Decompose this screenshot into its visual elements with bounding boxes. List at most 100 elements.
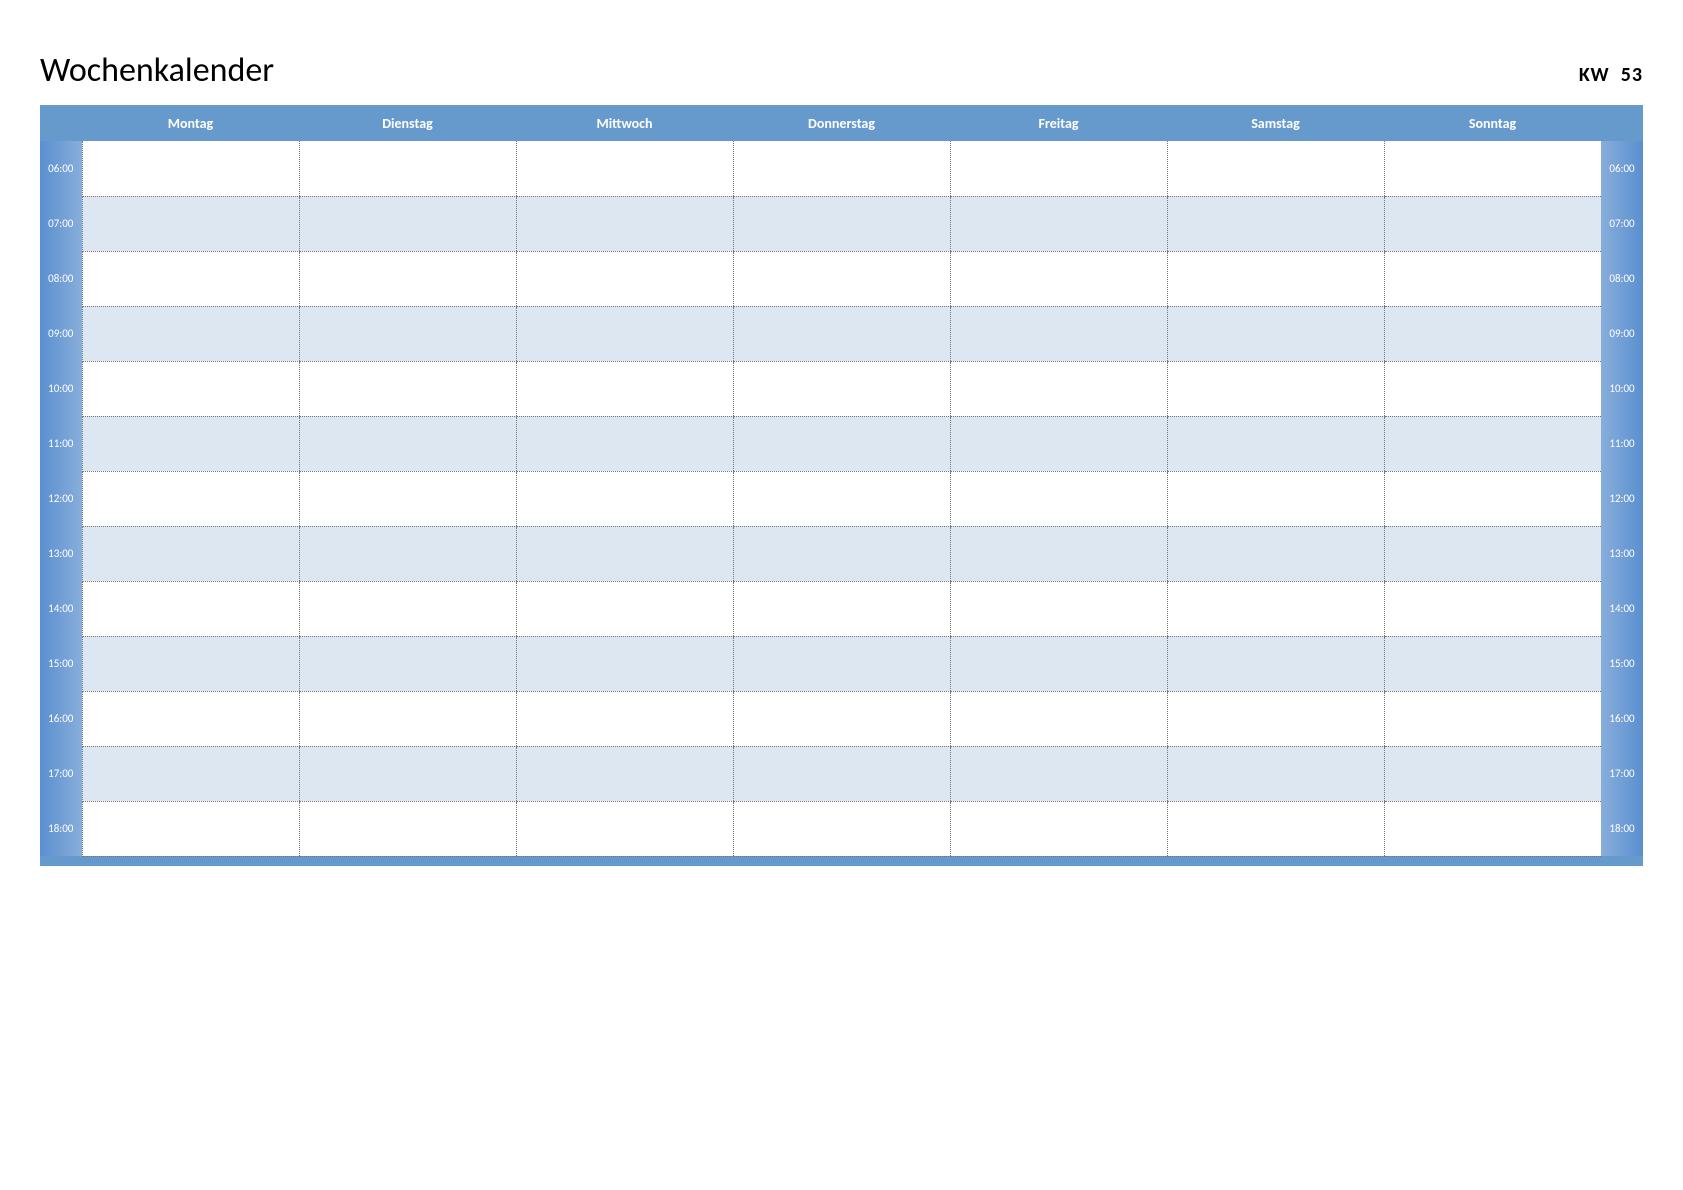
time-slot[interactable] xyxy=(1167,581,1384,636)
time-slot[interactable] xyxy=(82,691,299,746)
time-slot[interactable] xyxy=(950,251,1167,306)
time-slot[interactable] xyxy=(1167,746,1384,801)
time-slot[interactable] xyxy=(516,471,733,526)
time-slot[interactable] xyxy=(82,581,299,636)
time-slot[interactable] xyxy=(950,746,1167,801)
time-slot[interactable] xyxy=(1384,141,1601,196)
time-slot[interactable] xyxy=(516,636,733,691)
time-slot[interactable] xyxy=(299,636,516,691)
time-slot[interactable] xyxy=(950,526,1167,581)
time-slot[interactable] xyxy=(1167,251,1384,306)
time-slot[interactable] xyxy=(1384,526,1601,581)
time-slot[interactable] xyxy=(950,141,1167,196)
time-slot[interactable] xyxy=(950,471,1167,526)
time-slot[interactable] xyxy=(299,746,516,801)
time-slot[interactable] xyxy=(1384,306,1601,361)
time-slot[interactable] xyxy=(1384,416,1601,471)
time-slot[interactable] xyxy=(1167,306,1384,361)
time-slot[interactable] xyxy=(733,801,950,856)
time-slot[interactable] xyxy=(1384,361,1601,416)
time-slot[interactable] xyxy=(516,306,733,361)
time-slot[interactable] xyxy=(299,196,516,251)
time-slot[interactable] xyxy=(950,801,1167,856)
time-label-left: 09:00 xyxy=(40,306,82,361)
time-slot[interactable] xyxy=(516,196,733,251)
time-slot[interactable] xyxy=(299,416,516,471)
time-slot[interactable] xyxy=(516,691,733,746)
time-label-right: 11:00 xyxy=(1601,416,1643,471)
time-slot[interactable] xyxy=(299,801,516,856)
time-slot[interactable] xyxy=(950,361,1167,416)
time-slot[interactable] xyxy=(82,801,299,856)
time-slot[interactable] xyxy=(1384,746,1601,801)
time-slot[interactable] xyxy=(82,306,299,361)
time-slot[interactable] xyxy=(1384,251,1601,306)
time-slot[interactable] xyxy=(1167,196,1384,251)
time-slot[interactable] xyxy=(516,361,733,416)
time-slot[interactable] xyxy=(950,416,1167,471)
time-slot[interactable] xyxy=(950,306,1167,361)
time-slot[interactable] xyxy=(733,746,950,801)
time-label-right: 06:00 xyxy=(1601,141,1643,196)
time-slot[interactable] xyxy=(516,801,733,856)
time-slot[interactable] xyxy=(1384,196,1601,251)
time-label-left: 12:00 xyxy=(40,471,82,526)
time-slot[interactable] xyxy=(516,581,733,636)
time-slot[interactable] xyxy=(1167,636,1384,691)
time-slot[interactable] xyxy=(733,141,950,196)
page-header: Wochenkalender KW 53 xyxy=(40,50,1643,91)
time-slot[interactable] xyxy=(733,361,950,416)
time-label-right: 18:00 xyxy=(1601,801,1643,856)
time-slot[interactable] xyxy=(733,306,950,361)
time-slot[interactable] xyxy=(516,746,733,801)
time-slot[interactable] xyxy=(82,251,299,306)
time-label-right: 07:00 xyxy=(1601,196,1643,251)
time-slot[interactable] xyxy=(516,526,733,581)
time-slot[interactable] xyxy=(950,581,1167,636)
time-slot[interactable] xyxy=(733,636,950,691)
time-slot[interactable] xyxy=(299,526,516,581)
time-slot[interactable] xyxy=(82,196,299,251)
time-slot[interactable] xyxy=(733,251,950,306)
time-slot[interactable] xyxy=(299,361,516,416)
time-slot[interactable] xyxy=(950,196,1167,251)
time-slot[interactable] xyxy=(733,416,950,471)
time-slot[interactable] xyxy=(1167,471,1384,526)
time-label-right: 17:00 xyxy=(1601,746,1643,801)
time-slot[interactable] xyxy=(1384,636,1601,691)
time-slot[interactable] xyxy=(82,746,299,801)
time-slot[interactable] xyxy=(733,196,950,251)
time-slot[interactable] xyxy=(82,526,299,581)
time-slot[interactable] xyxy=(950,691,1167,746)
time-slot[interactable] xyxy=(299,251,516,306)
time-slot[interactable] xyxy=(1384,691,1601,746)
time-slot[interactable] xyxy=(1167,801,1384,856)
time-slot[interactable] xyxy=(299,306,516,361)
time-slot[interactable] xyxy=(1384,471,1601,526)
time-slot[interactable] xyxy=(299,691,516,746)
time-slot[interactable] xyxy=(82,471,299,526)
time-slot[interactable] xyxy=(82,141,299,196)
time-slot[interactable] xyxy=(82,416,299,471)
time-slot[interactable] xyxy=(733,526,950,581)
time-slot[interactable] xyxy=(733,691,950,746)
time-slot[interactable] xyxy=(1384,581,1601,636)
time-slot[interactable] xyxy=(299,141,516,196)
time-slot[interactable] xyxy=(950,636,1167,691)
time-slot[interactable] xyxy=(733,471,950,526)
time-slot[interactable] xyxy=(299,581,516,636)
time-slot[interactable] xyxy=(516,141,733,196)
time-slot[interactable] xyxy=(1384,801,1601,856)
time-slot[interactable] xyxy=(516,416,733,471)
time-slot[interactable] xyxy=(516,251,733,306)
time-slot[interactable] xyxy=(1167,141,1384,196)
time-slot[interactable] xyxy=(1167,526,1384,581)
time-slot[interactable] xyxy=(1167,416,1384,471)
time-slot[interactable] xyxy=(299,471,516,526)
time-slot[interactable] xyxy=(82,361,299,416)
time-slot[interactable] xyxy=(82,636,299,691)
time-slot[interactable] xyxy=(1167,691,1384,746)
time-slot[interactable] xyxy=(733,581,950,636)
hour-row: 09:0009:00 xyxy=(40,306,1643,361)
time-slot[interactable] xyxy=(1167,361,1384,416)
